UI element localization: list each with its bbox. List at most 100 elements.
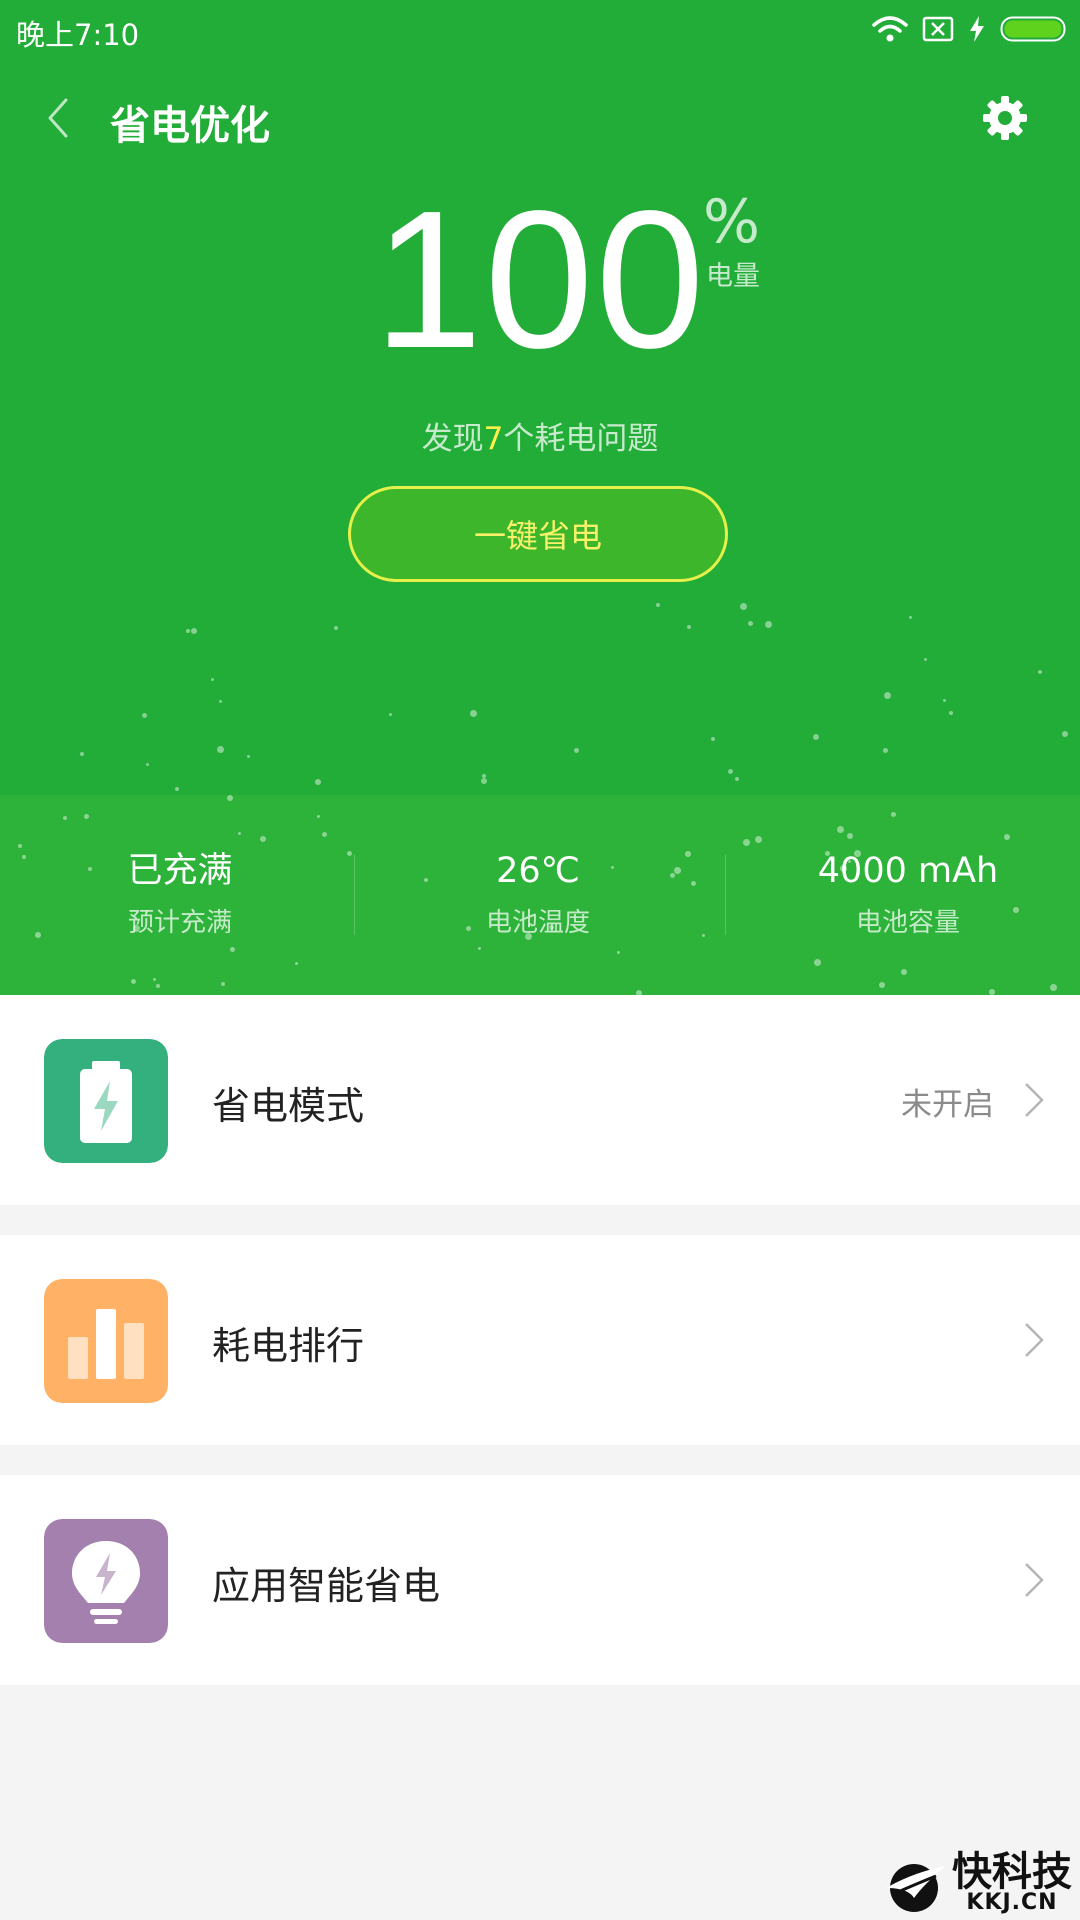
- particle: [883, 748, 888, 753]
- watermark-logo-icon: [886, 1864, 946, 1912]
- divider: [725, 855, 726, 935]
- particle: [131, 979, 136, 984]
- menu-item-power-ranking[interactable]: 耗电排行: [0, 1235, 1080, 1445]
- battery-stats-bar: 已充满 预计充满 26℃ 电池温度 4000 mAh 电池容量: [0, 795, 1080, 995]
- gear-icon[interactable]: [982, 95, 1028, 141]
- particle: [221, 982, 225, 986]
- no-sim-icon: [922, 16, 954, 42]
- particle: [470, 710, 477, 717]
- watermark-name: 快科技: [952, 1849, 1072, 1895]
- menu-item-label: 应用智能省电: [212, 1564, 441, 1608]
- issues-summary: 发现7个耗电问题: [0, 413, 1080, 458]
- particle: [322, 832, 327, 837]
- menu-item-smart-app-saving[interactable]: 应用智能省电: [0, 1475, 1080, 1685]
- particle: [748, 621, 753, 626]
- particle: [949, 711, 953, 715]
- particle: [711, 737, 715, 741]
- particle: [735, 777, 739, 781]
- charging-bolt-icon: [970, 16, 984, 42]
- particle: [891, 812, 896, 817]
- particle: [617, 951, 620, 954]
- lightbulb-bolt-icon: [44, 1519, 168, 1643]
- watermark-text: 快科技 KKJ.CN: [952, 1852, 1072, 1914]
- status-icons: [872, 12, 1066, 46]
- particle: [740, 603, 747, 610]
- particle: [315, 779, 321, 785]
- page-title: 省电优化: [110, 103, 270, 149]
- particle: [227, 795, 233, 801]
- particle: [1050, 984, 1057, 991]
- particle: [186, 629, 190, 633]
- stat-temperature: 26℃ 电池温度: [358, 850, 718, 939]
- stat-temperature-value: 26℃: [496, 851, 580, 891]
- particle: [146, 763, 149, 766]
- particle: [879, 982, 885, 988]
- particle: [813, 734, 819, 740]
- particle: [901, 969, 907, 975]
- particle: [63, 816, 67, 820]
- particle: [837, 826, 844, 833]
- menu-item-label: 省电模式: [212, 1084, 365, 1128]
- particle: [728, 769, 733, 774]
- particle: [317, 815, 320, 818]
- stat-charge-label: 预计充满: [127, 908, 232, 938]
- particle: [191, 628, 197, 634]
- watermark-domain: KKJ.CN: [966, 1890, 1058, 1915]
- stat-charge-value: 已充满: [127, 851, 233, 891]
- particle: [743, 839, 750, 846]
- battery-bolt-icon: [44, 1039, 168, 1163]
- particle: [389, 713, 392, 716]
- issues-count: 7: [483, 421, 504, 457]
- chevron-right-icon: [1025, 1563, 1044, 1597]
- particle: [80, 752, 84, 756]
- chevron-right-icon: [1025, 1083, 1044, 1117]
- particle: [153, 978, 156, 981]
- particle: [211, 678, 214, 681]
- menu-item-status: 未开启: [901, 1087, 994, 1123]
- bar-chart-icon: [44, 1279, 168, 1403]
- menu-item-label: 耗电排行: [212, 1324, 365, 1368]
- particle: [217, 746, 224, 753]
- particle: [84, 814, 89, 819]
- issues-suffix: 个耗电问题: [503, 421, 659, 457]
- menu-item-power-saving-mode[interactable]: 省电模式 未开启: [0, 995, 1080, 1205]
- particle: [334, 626, 338, 630]
- stat-temperature-label: 电池温度: [485, 908, 590, 938]
- particle: [260, 836, 266, 842]
- stat-capacity-label: 电池容量: [855, 908, 960, 938]
- particle: [943, 699, 946, 702]
- stat-charge: 已充满 预计充满: [0, 850, 360, 939]
- watermark: 快科技 KKJ.CN: [884, 1852, 1072, 1914]
- particle: [18, 844, 22, 848]
- particle: [481, 778, 487, 784]
- stat-capacity-value: 4000 mAh: [817, 851, 999, 891]
- particle: [909, 616, 912, 619]
- particle: [765, 621, 772, 628]
- particle: [142, 713, 147, 718]
- particle: [884, 692, 891, 699]
- particle: [295, 962, 298, 965]
- header-panel: 晚上7:10 省电优化 100 % 电量 发现7个耗电问题 一键省电: [0, 0, 1080, 795]
- battery-percentage: 100: [373, 170, 707, 389]
- divider: [354, 855, 355, 935]
- particle: [156, 984, 160, 988]
- particle: [1038, 670, 1042, 674]
- particle: [924, 658, 927, 661]
- one-tap-save-button[interactable]: 一键省电: [348, 486, 728, 582]
- battery-percent-sign: %: [703, 187, 761, 257]
- wifi-icon: [872, 16, 908, 42]
- stat-capacity: 4000 mAh 电池容量: [728, 850, 1080, 939]
- back-arrow-icon[interactable]: [40, 96, 80, 140]
- particle: [1004, 834, 1010, 840]
- particle: [755, 836, 762, 843]
- particle: [656, 603, 660, 607]
- chevron-right-icon: [1025, 1323, 1044, 1357]
- particle: [574, 748, 579, 753]
- particle: [230, 947, 235, 952]
- battery-status-icon: [1000, 16, 1066, 42]
- particle: [478, 947, 481, 950]
- battery-caption: 电量: [706, 261, 760, 292]
- particle: [1062, 731, 1068, 737]
- issues-prefix: 发现: [421, 421, 484, 457]
- particle: [847, 833, 853, 839]
